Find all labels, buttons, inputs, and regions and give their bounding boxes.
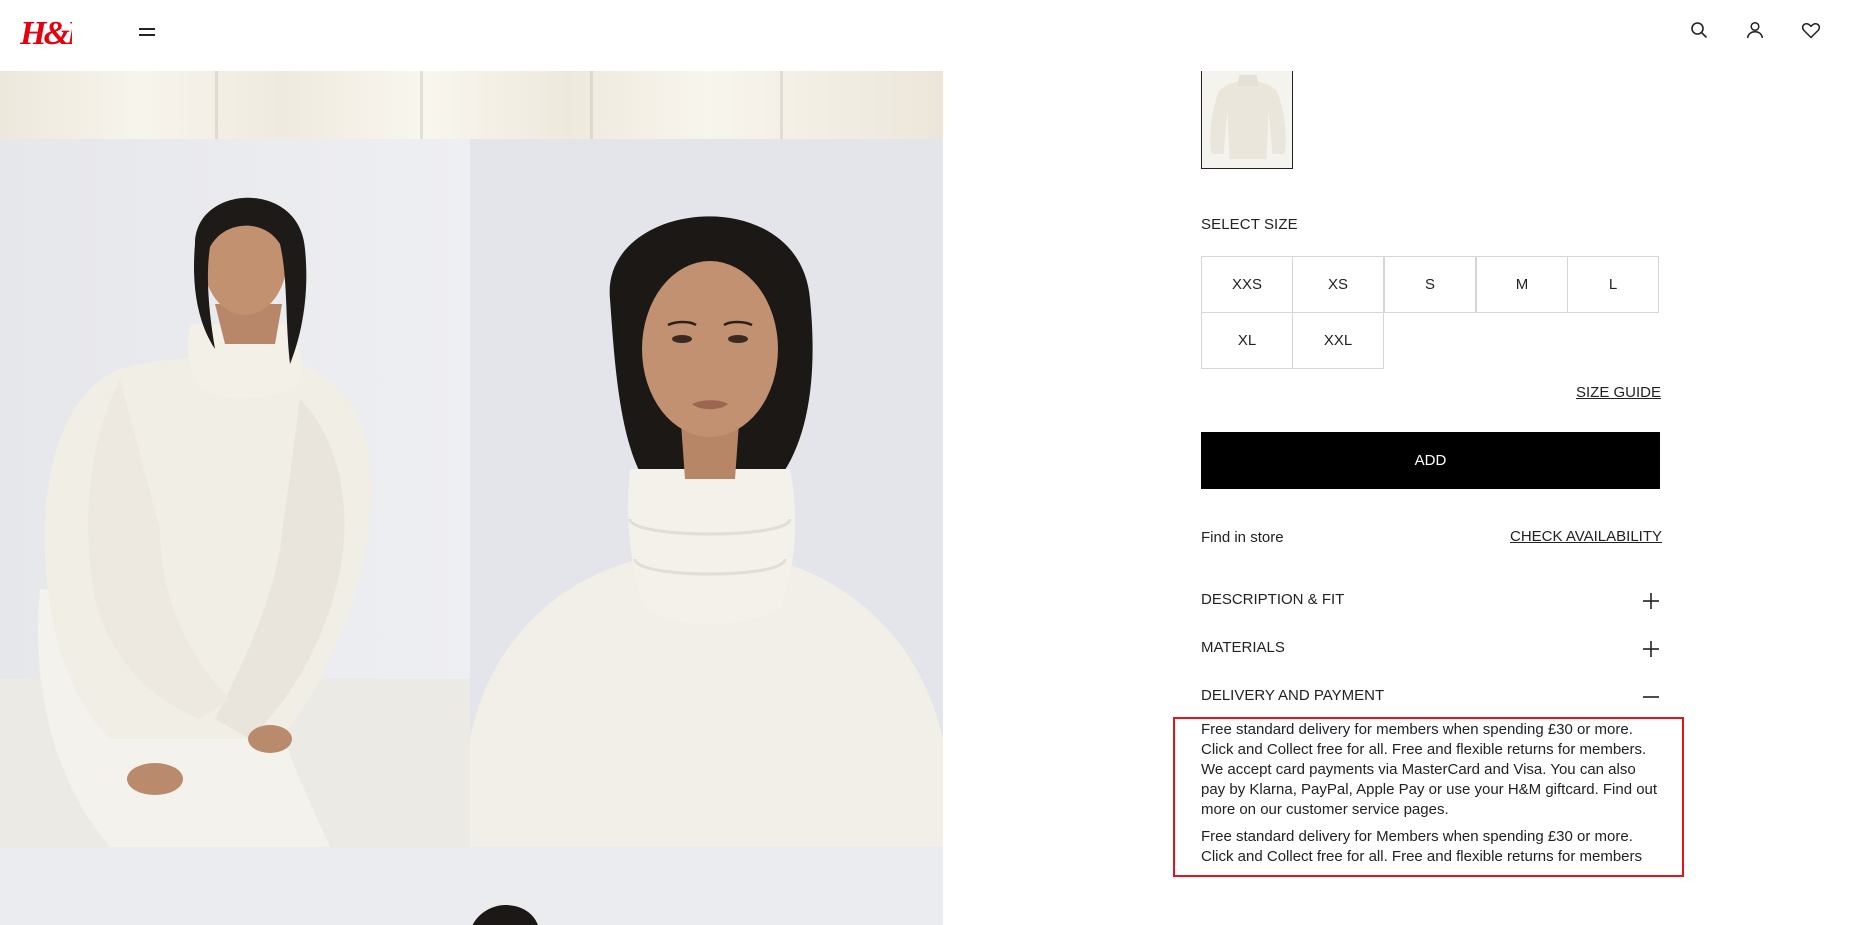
heart-icon[interactable]: [1799, 18, 1823, 42]
accordion-materials[interactable]: MATERIALS: [1201, 635, 1660, 663]
size-guide-link[interactable]: SIZE GUIDE: [1576, 384, 1661, 401]
size-option[interactable]: XXS: [1201, 256, 1293, 313]
product-image-portrait[interactable]: [470, 139, 943, 847]
hm-logo[interactable]: H&M: [20, 10, 72, 54]
size-option[interactable]: L: [1567, 256, 1659, 313]
accordion-delivery-payment[interactable]: DELIVERY AND PAYMENT: [1201, 683, 1660, 711]
accordion-description-fit[interactable]: DESCRIPTION & FIT: [1201, 587, 1660, 615]
site-header: H&M: [0, 0, 1855, 71]
menu-icon[interactable]: [136, 23, 158, 39]
product-image-seated[interactable]: [0, 139, 470, 847]
size-option[interactable]: XL: [1201, 312, 1293, 369]
delivery-payment-content: Free standard delivery for members when …: [1201, 720, 1661, 867]
delivery-paragraph: Free standard delivery for Members when …: [1201, 828, 1643, 865]
add-to-bag-button[interactable]: ADD: [1201, 432, 1660, 489]
plus-icon: [1642, 640, 1660, 658]
product-image-top[interactable]: [0, 71, 943, 139]
product-gallery: [0, 71, 943, 925]
size-option[interactable]: XS: [1292, 256, 1384, 313]
account-icon[interactable]: [1743, 18, 1767, 42]
accordion-label: DELIVERY AND PAYMENT: [1201, 687, 1385, 704]
hm-logo-mark: H&M: [20, 15, 72, 52]
size-option[interactable]: S: [1384, 256, 1476, 313]
search-icon[interactable]: [1687, 18, 1711, 42]
check-availability-link[interactable]: CHECK AVAILABILITY: [1510, 528, 1662, 545]
product-image-bottom[interactable]: [0, 847, 943, 925]
size-option[interactable]: M: [1476, 256, 1568, 313]
color-swatch-thumbnail[interactable]: [1201, 60, 1293, 169]
select-size-label: SELECT SIZE: [1201, 216, 1298, 233]
plus-icon: [1642, 592, 1660, 610]
svg-text:H&M: H&M: [20, 15, 72, 52]
delivery-paragraph: Free standard delivery for members when …: [1201, 721, 1658, 818]
accordion-label: MATERIALS: [1201, 639, 1285, 656]
minus-icon: [1642, 688, 1660, 706]
accordion-label: DESCRIPTION & FIT: [1201, 591, 1345, 608]
find-in-store-label: Find in store: [1201, 529, 1284, 546]
size-option[interactable]: XXL: [1292, 312, 1384, 369]
